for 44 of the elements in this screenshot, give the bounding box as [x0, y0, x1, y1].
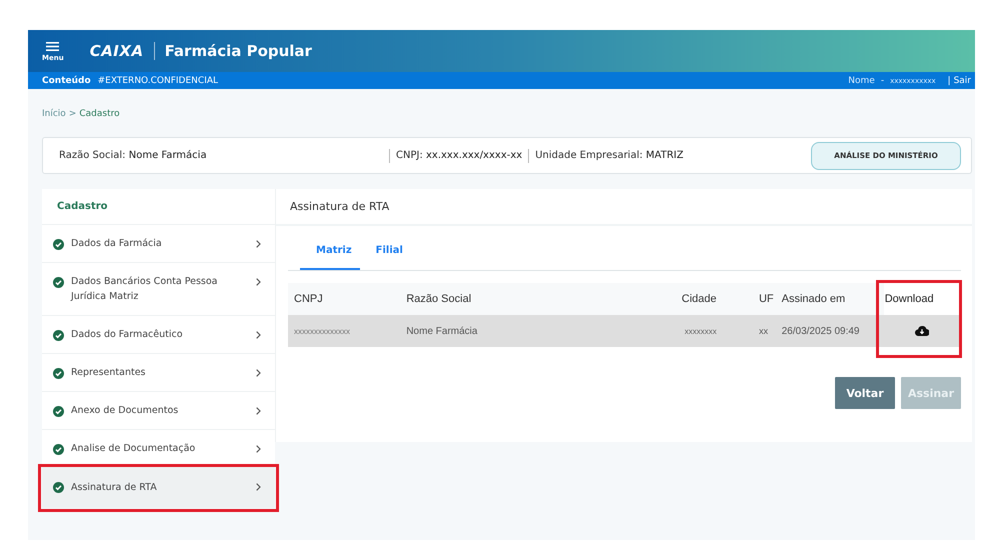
chevron-right-icon	[256, 483, 261, 491]
table-cell: 26/03/2025 09:49	[780, 315, 884, 347]
brand-logo: CAIXA	[90, 42, 144, 60]
tab[interactable]: Matriz	[300, 243, 360, 270]
chevron-right-icon	[256, 369, 261, 377]
check-circle-icon	[53, 482, 64, 493]
tab[interactable]: Filial	[370, 243, 409, 268]
chevron-right-icon	[256, 407, 261, 415]
breadcrumb-item[interactable]: Início	[42, 109, 66, 121]
back-button[interactable]: Voltar	[835, 377, 895, 409]
panel-title: Assinatura de RTA	[276, 189, 972, 226]
breadcrumb-item[interactable]: >	[68, 109, 76, 121]
column-header: Razão Social	[400, 283, 681, 315]
user-separator: -	[880, 76, 884, 86]
content-link[interactable]: Conteúdo	[42, 76, 91, 86]
column-header: Download	[884, 283, 960, 315]
chevron-right-icon	[256, 240, 261, 248]
cloud-download-icon[interactable]	[914, 326, 929, 336]
user-name: Nome	[848, 76, 875, 86]
column-header: CNPJ	[288, 283, 400, 315]
column-header: UF	[758, 283, 781, 315]
app-title: Farmácia Popular	[164, 42, 312, 60]
logout-link[interactable]: | Sair	[948, 76, 971, 86]
column-header: Assinado em	[780, 283, 884, 315]
info-field: Razão Social: Nome Farmácia	[59, 150, 383, 161]
check-circle-icon	[53, 444, 64, 455]
chevron-right-icon	[256, 331, 261, 339]
table-cell: Nome Farmácia	[400, 315, 681, 347]
check-circle-icon	[53, 330, 64, 341]
info-field: CNPJ: xx.xxx.xxx/xxxx-xx	[396, 150, 522, 161]
column-header: Cidade	[680, 283, 758, 315]
chevron-right-icon	[256, 445, 261, 453]
check-circle-icon	[53, 239, 64, 250]
check-circle-icon	[53, 368, 64, 379]
check-circle-icon	[53, 406, 64, 417]
classification-label: #EXTERNO.CONFIDENCIAL	[98, 76, 218, 86]
breadcrumb-item[interactable]: Cadastro	[79, 109, 120, 121]
info-field: Unidade Empresarial: MATRIZ	[535, 150, 684, 161]
check-circle-icon	[53, 277, 64, 288]
table-cell: xxxxxxxx	[680, 315, 758, 347]
table-cell: xx	[758, 315, 781, 347]
chevron-right-icon	[256, 278, 261, 286]
table-cell: xxxxxxxxxxxxxx	[288, 315, 400, 347]
menu-icon	[46, 42, 60, 51]
